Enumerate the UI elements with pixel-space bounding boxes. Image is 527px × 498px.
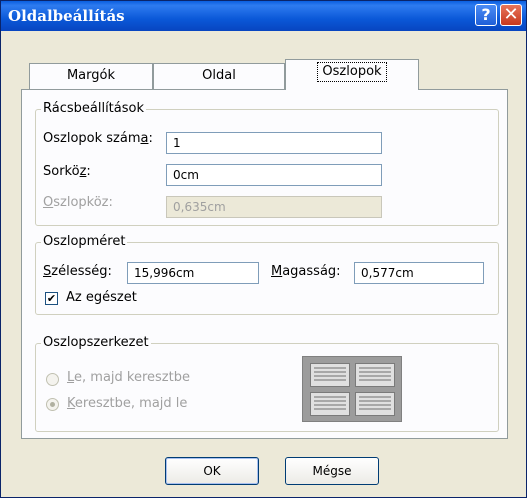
preview-page [355,392,395,416]
tab-margins-label: Margók [66,68,116,83]
width-label: Szélesség: [43,264,112,279]
down-then-across-radio [46,373,59,386]
column-structure-group: Oszlopszerkezet [35,335,499,432]
preview-page [310,363,350,387]
whole-checkbox-label: Az egészet [66,290,137,305]
tab-page[interactable]: Oldal [153,63,285,89]
down-then-across-label: Le, majd keresztbe [67,370,190,385]
tab-page-label: Oldal [202,68,236,83]
column-structure-legend: Oszlopszerkezet [41,335,151,350]
close-button[interactable]: ✕ [500,4,522,26]
ok-button[interactable]: OK [165,457,259,485]
grid-settings-legend: Rácsbeállítások [41,101,147,116]
spacing-label: Sorköz: [43,164,91,179]
columns-count-label: Oszlopok száma: [43,131,153,146]
tab-margins[interactable]: Margók [29,63,153,89]
gutter-label: Oszlopköz: [43,195,113,210]
layout-preview [302,356,402,422]
title-bar[interactable]: Oldalbeállítás ? ✕ [1,1,526,31]
tab-columns-label: Oszlopok [317,62,387,82]
across-then-down-label: Keresztbe, majd le [67,396,188,411]
whole-checkbox[interactable]: ✔ [45,292,58,305]
page-setup-dialog: Oldalbeállítás ? ✕ Margók Oldal Oszlopok… [0,0,527,498]
tab-columns[interactable]: Oszlopok [285,59,419,90]
spacing-input[interactable]: 0cm [166,164,382,186]
columns-count-input[interactable]: 1 [166,132,382,154]
width-input[interactable]: 15,996cm [127,262,259,284]
height-label: Magasság: [271,264,341,279]
window-title: Oldalbeállítás [8,7,125,25]
height-input[interactable]: 0,577cm [354,262,484,284]
cancel-button[interactable]: Mégse [285,457,379,485]
help-button[interactable]: ? [475,4,497,26]
column-size-legend: Oszlopméret [41,234,128,249]
gutter-input: 0,635cm [166,196,382,218]
across-then-down-radio [46,398,59,411]
preview-page [355,363,395,387]
preview-page [310,392,350,416]
